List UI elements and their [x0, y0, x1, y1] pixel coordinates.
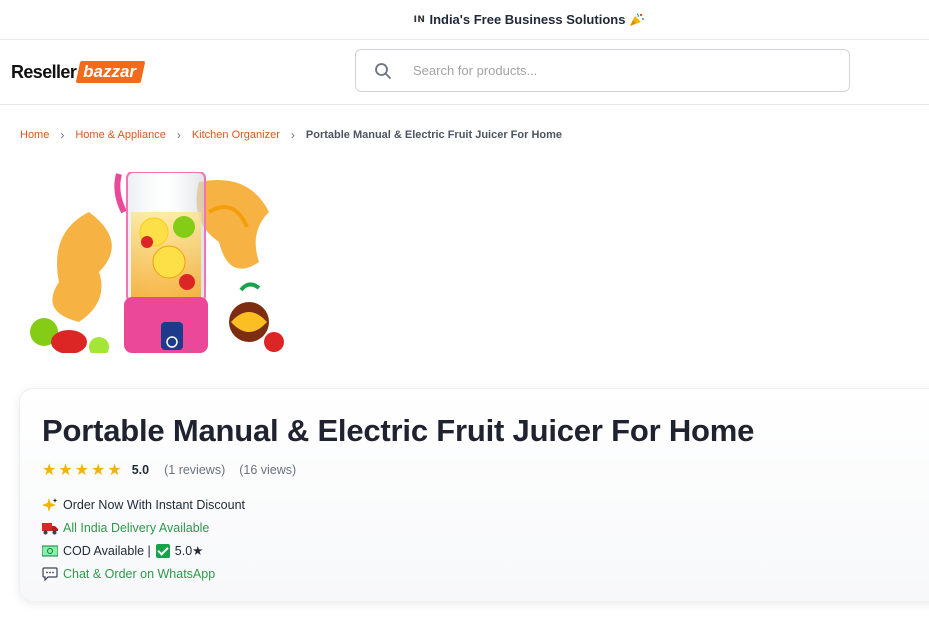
rating-score: 5.0	[131, 463, 150, 477]
star-icon: ★	[58, 460, 73, 479]
logo-text-reseller: Reseller	[11, 61, 77, 82]
check-mark-icon	[155, 543, 170, 558]
star-icon: ★	[74, 460, 90, 479]
review-count[interactable]: (1 reviews)	[164, 463, 225, 477]
view-count: (16 views)	[239, 463, 297, 477]
feature-cod: COD Available | 5.0★	[42, 539, 245, 562]
star-icon: ★	[91, 460, 106, 479]
juicer-image-graphic	[30, 172, 284, 353]
product-image[interactable]	[19, 172, 308, 353]
speech-bubble-icon	[42, 566, 58, 581]
delivery-truck-icon	[42, 522, 58, 534]
feature-list: Order Now With Instant Discount All Indi…	[42, 493, 245, 585]
star-icon: ★	[107, 460, 122, 479]
logo-text-bazzar-label: bazzar	[83, 62, 137, 81]
feature-delivery-text: All India Delivery Available	[63, 520, 210, 535]
chevron-right-icon: ›	[60, 128, 65, 142]
breadcrumb: Home › Home & Appliance › Kitchen Organi…	[20, 128, 562, 142]
feature-offer-text: Order Now With Instant Discount	[63, 497, 246, 512]
logo-text-bazzar: bazzar	[75, 61, 146, 83]
whatsapp-order-link[interactable]: Chat & Order on WhatsApp	[63, 567, 215, 581]
search-input[interactable]	[413, 63, 813, 78]
search-box[interactable]	[355, 49, 850, 92]
breadcrumb-home[interactable]: Home	[20, 129, 49, 141]
party-popper-icon	[630, 13, 645, 26]
breadcrumb-current: Portable Manual & Electric Fruit Juicer …	[305, 129, 563, 141]
product-info-card: Portable Manual & Electric Fruit Juicer …	[19, 388, 929, 602]
chevron-right-icon: ›	[176, 128, 181, 142]
feature-delivery: All India Delivery Available	[42, 516, 245, 539]
product-title: Portable Manual & Electric Fruit Juicer …	[42, 413, 755, 448]
india-flag-icon: IN	[413, 14, 426, 25]
announcement-bar: IN India's Free Business Solutions	[0, 0, 929, 40]
feature-offer: Order Now With Instant Discount	[42, 493, 245, 516]
chevron-right-icon: ›	[290, 128, 295, 142]
breadcrumb-kitchen-organizer[interactable]: Kitchen Organizer	[192, 129, 280, 141]
feature-whatsapp[interactable]: Chat & Order on WhatsApp	[42, 562, 245, 585]
feature-cod-text: COD Available |	[63, 543, 151, 558]
star-icon: ★	[42, 460, 57, 479]
sparkle-icon	[42, 497, 58, 512]
cash-icon	[42, 545, 58, 556]
site-logo[interactable]: Reseller bazzar	[11, 59, 146, 85]
feature-cod-rating: 5.0★	[174, 544, 204, 558]
rating-row: ★ ★ ★ ★ ★ 5.0 (1 reviews) (16 views)	[42, 462, 296, 478]
breadcrumb-home-appliance[interactable]: Home & Appliance	[75, 129, 166, 141]
announcement-text: India's Free Business Solutions	[429, 12, 626, 27]
search-icon[interactable]	[374, 62, 392, 80]
star-rating: ★ ★ ★ ★ ★	[42, 462, 122, 478]
site-header: Reseller bazzar	[0, 41, 929, 105]
